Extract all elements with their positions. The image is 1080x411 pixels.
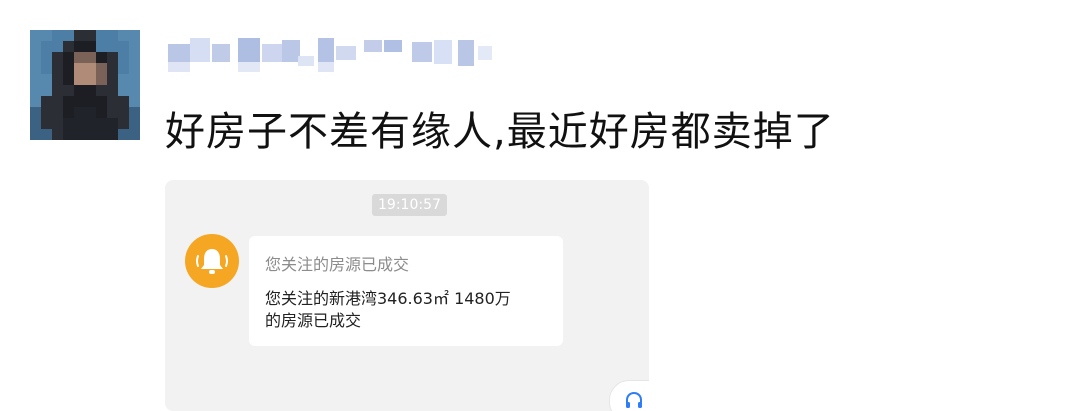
headset-icon <box>626 391 642 408</box>
bell-icon <box>185 234 239 288</box>
post-text: 好房子不差有缘人,最近好房都卖掉了 <box>165 109 835 155</box>
notification-body-line2: 的房源已成交 <box>265 311 362 330</box>
notification-body-line1: 您关注的新港湾346.63㎡ 1480万 <box>265 289 511 308</box>
notification-body: 您关注的新港湾346.63㎡ 1480万 的房源已成交 <box>265 288 555 332</box>
notification-card[interactable]: 您关注的房源已成交 您关注的新港湾346.63㎡ 1480万 的房源已成交 <box>249 236 563 346</box>
notification-title: 您关注的房源已成交 <box>265 255 410 274</box>
attached-screenshot[interactable]: 19:10:57 您关注的房源已成交 您关注的新港湾346.63㎡ 1480万 … <box>165 180 649 411</box>
avatar[interactable] <box>30 30 140 140</box>
username-blurred[interactable] <box>168 36 498 84</box>
message-timestamp: 19:10:57 <box>372 194 447 216</box>
customer-support-button[interactable] <box>609 380 649 411</box>
social-post: 好房子不差有缘人,最近好房都卖掉了 19:10:57 您关注的房源已成交 您关注… <box>0 0 1080 411</box>
